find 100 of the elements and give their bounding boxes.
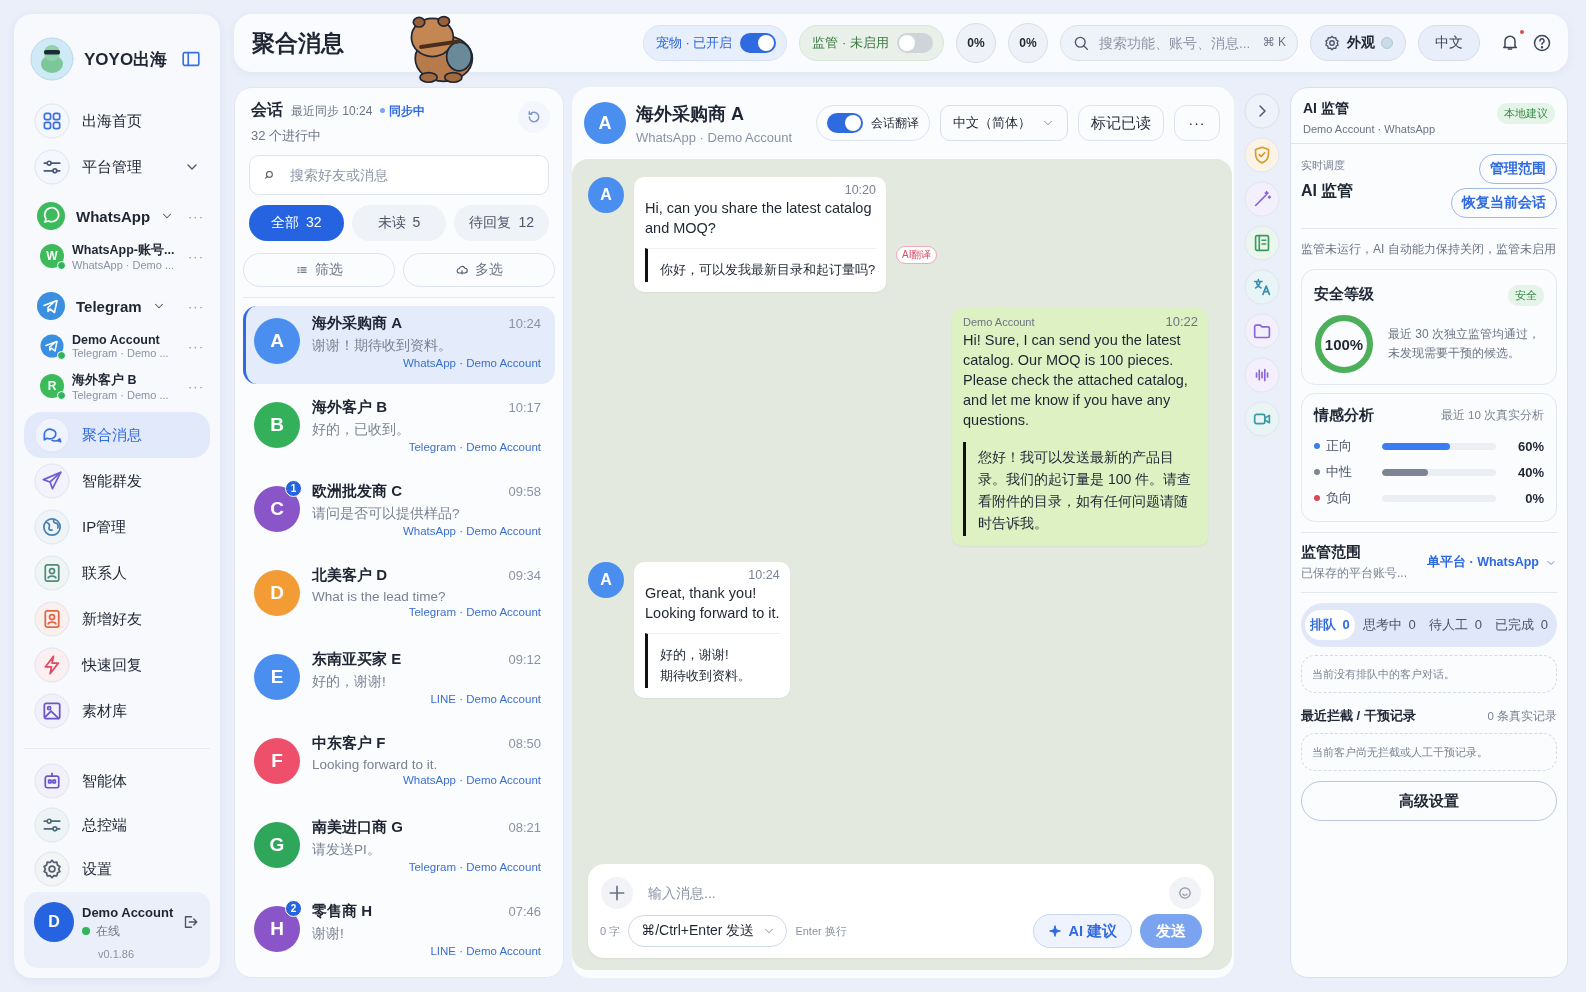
contact-name: 欧洲批发商 C xyxy=(312,482,402,501)
nav-item[interactable]: 总控端 xyxy=(24,803,210,847)
folder-icon[interactable] xyxy=(1244,313,1280,349)
nav-item[interactable]: 智能群发 xyxy=(24,458,210,504)
nav-item[interactable]: 素材库 xyxy=(24,688,210,734)
appearance-button[interactable]: 外观 xyxy=(1310,25,1406,61)
account-item[interactable]: W WhatsApp-账号... WhatsApp · Demo ... ··· xyxy=(24,236,210,276)
audio-wave-icon[interactable] xyxy=(1244,357,1280,393)
chevron-right-icon[interactable] xyxy=(1244,93,1280,129)
nav-item[interactable]: 设置 xyxy=(24,847,210,891)
unread-badge: 1 xyxy=(285,480,302,497)
panel-title: 会话 xyxy=(251,100,283,120)
source-label: WhatsApp · Demo Account xyxy=(401,357,541,369)
contact-name: 海外采购商 A xyxy=(636,102,745,126)
globe-icon xyxy=(34,509,70,545)
platform-item[interactable]: WhatsApp ··· xyxy=(24,196,210,236)
message-time: 08:21 xyxy=(508,820,541,835)
contact-name: 海外客户 B xyxy=(312,398,387,417)
contact-icon xyxy=(34,601,70,637)
account-item[interactable]: R 海外客户 B Telegram · Demo ... ··· xyxy=(24,366,210,406)
message-preview: Looking forward to it. xyxy=(312,757,439,772)
filter-tab[interactable]: 未读 5 xyxy=(351,205,447,241)
section-subtitle: 已保存的平台账号... xyxy=(1301,565,1407,582)
image-icon xyxy=(34,693,70,729)
nav-item[interactable]: 平台管理 xyxy=(24,144,210,190)
card-description: 最近 30 次独立监管均通过，未发现需要干预的候选。 xyxy=(1388,326,1541,362)
contact-name: 海外采购商 A xyxy=(312,314,402,333)
toggle-control[interactable]: 宠物 · 已开启 xyxy=(642,25,788,61)
toggle-label: 会话翻译 xyxy=(871,114,919,132)
section-title: 监管范围 xyxy=(1301,543,1362,562)
contact-avatar: A xyxy=(588,562,624,598)
nav-item[interactable]: 快速回复 xyxy=(24,642,210,688)
message-time: 09:12 xyxy=(508,652,541,667)
nav-item[interactable]: IP管理 xyxy=(24,504,210,550)
nav-item[interactable]: 新增好友 xyxy=(24,596,210,642)
more-button[interactable]: ··· xyxy=(1174,105,1220,141)
select-value: ⌘/Ctrl+Enter 发送 xyxy=(641,922,755,940)
nav-item[interactable]: 智能体 xyxy=(24,759,210,803)
ai-suggest-button[interactable]: AI 建议 xyxy=(1033,914,1132,948)
active-count: 32 个进行中 xyxy=(251,127,323,145)
mark-read-button[interactable]: 标记已读 xyxy=(1078,105,1164,141)
usage-meter[interactable]: 0% xyxy=(956,23,996,63)
queue-tab[interactable]: 待人工 0 xyxy=(1424,610,1487,640)
contact-avatar: G xyxy=(254,822,300,868)
conversation-item[interactable]: A 海外采购商 A 10:24 谢谢！期待收到资料。 WhatsApp · Demo Account xyxy=(243,306,555,384)
shield-icon[interactable] xyxy=(1244,137,1280,173)
sentiment-label: 中性 xyxy=(1326,463,1353,481)
toggle-switch[interactable] xyxy=(827,113,863,133)
queue-tab[interactable]: 思考中 0 xyxy=(1358,610,1421,640)
language-select[interactable]: 中文（简体） xyxy=(940,105,1068,141)
filter-tab[interactable]: 待回复 12 xyxy=(454,205,549,241)
toggle-switch[interactable] xyxy=(897,33,933,53)
section-label: 实时调度 xyxy=(1301,158,1346,173)
account-subtitle: WhatsApp · Demo ... xyxy=(72,258,176,271)
message-time: 10:20 xyxy=(843,183,876,197)
message-text: Hi, can you share the latest catalog and MOQ? xyxy=(645,199,873,238)
add-icon[interactable] xyxy=(600,876,634,910)
telegram-icon xyxy=(36,291,66,321)
newline-hint: Enter 换行 xyxy=(795,923,847,939)
progress-ring xyxy=(1314,314,1374,374)
message-time: 10:17 xyxy=(508,400,541,415)
help-icon[interactable] xyxy=(1532,33,1552,53)
contact-avatar: A xyxy=(588,177,624,213)
message-time: 10:22 xyxy=(1165,314,1198,329)
queue-tab[interactable]: 排队 0 xyxy=(1305,610,1355,640)
filter-tab[interactable]: 全部 32 xyxy=(249,205,344,241)
source-label: WhatsApp · Demo Account xyxy=(401,525,541,537)
message-preview: 谢谢！期待收到资料。 xyxy=(312,337,453,355)
message-time: 09:58 xyxy=(508,484,541,499)
char-count: 0 字 xyxy=(600,923,621,939)
sender-name: Demo Account xyxy=(963,316,1035,328)
notebook-icon[interactable] xyxy=(1244,225,1280,261)
toggle-control[interactable]: 监管 · 未启用 xyxy=(799,25,944,61)
settings-icon xyxy=(1323,34,1341,52)
toggle-label: 宠物 · 已开启 xyxy=(655,34,733,52)
lightning-icon xyxy=(34,647,70,683)
refresh-icon[interactable] xyxy=(517,100,551,134)
search-field[interactable]: 搜索好友或消息 xyxy=(249,155,549,195)
status-note: 监管未运行，AI 自动能力保持关闭，监管未启用 xyxy=(1301,241,1557,258)
ring-value: 100% xyxy=(1324,335,1364,353)
ai-translate-badge: AI翻译 xyxy=(896,245,938,264)
queue-tab[interactable]: 已完成 0 xyxy=(1490,610,1553,640)
usage-meter[interactable]: 0% xyxy=(1008,23,1048,63)
translation-text: 你好，可以发我最新目录和起订量吗? xyxy=(645,248,876,282)
nav-item[interactable]: 联系人 xyxy=(24,550,210,596)
language-button[interactable]: 中文 xyxy=(1418,25,1480,61)
platform-item[interactable]: Telegram ··· xyxy=(24,286,210,326)
nav-item[interactable]: 出海首页 xyxy=(24,98,210,144)
account-avatar: R xyxy=(40,374,64,398)
account-item[interactable]: Demo Account Telegram · Demo ... ··· xyxy=(24,326,210,366)
sync-status: 同步中 xyxy=(389,103,426,120)
video-camera-icon[interactable] xyxy=(1244,401,1280,437)
toggle-switch[interactable] xyxy=(740,33,777,53)
wand-icon[interactable] xyxy=(1244,181,1280,217)
nav-item[interactable]: 聚合消息 xyxy=(24,412,210,458)
translate-icon[interactable] xyxy=(1244,269,1280,305)
emoji-icon[interactable] xyxy=(1168,876,1202,910)
contact-name: 零售商 H xyxy=(312,902,372,921)
contact-avatar: D xyxy=(254,570,300,616)
account-avatar: W xyxy=(40,244,64,268)
